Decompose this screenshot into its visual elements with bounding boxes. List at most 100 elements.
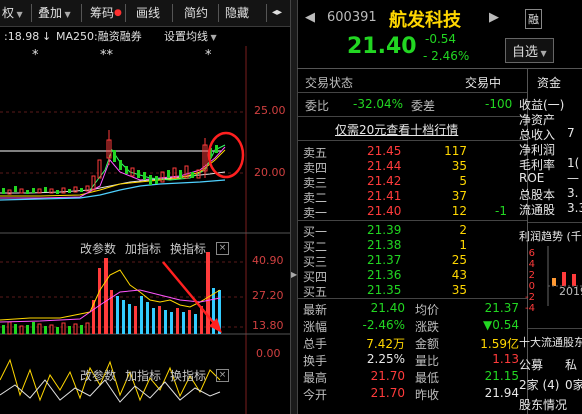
- trend-axis-label: 4: [528, 259, 535, 270]
- bid-volume: 25: [451, 253, 467, 267]
- level10-quote-link[interactable]: 仅需20元查看十档行情: [335, 121, 458, 138]
- switch-indicator-button[interactable]: 换指标: [170, 240, 206, 257]
- holders-col-private: 私: [565, 358, 578, 372]
- trend-axis-label: 6: [528, 248, 535, 259]
- quote-label: 涨跌: [415, 320, 440, 334]
- fund-tab[interactable]: 资金: [537, 74, 561, 91]
- trend-year: 2019: [559, 285, 582, 298]
- profit-trend-title: 利润趋势 (千: [519, 230, 582, 243]
- quote-value: 21.70: [370, 369, 405, 383]
- quote-value: 1.13: [492, 352, 519, 366]
- fund-row-label: 流通股: [519, 203, 556, 217]
- bid-price: 21.39: [367, 223, 402, 237]
- quote-label: 今开: [303, 388, 328, 402]
- quote-label: 均价: [415, 303, 440, 317]
- order-book-bid-row[interactable]: 买五 21.35 35: [297, 283, 527, 299]
- ask-price: 21.40: [367, 204, 402, 218]
- fund-row-value: —: [567, 171, 579, 185]
- holders-info: 股东情况: [519, 398, 568, 412]
- ask-volume: 35: [451, 159, 467, 173]
- bid-price: 21.38: [367, 238, 402, 252]
- order-book-ask-row[interactable]: 卖一 21.40 12 -1: [297, 204, 527, 220]
- indicator-axis-label: 27.20: [252, 289, 284, 302]
- bid-price: 21.35: [367, 283, 402, 297]
- order-book-bid-row[interactable]: 买三 21.37 25: [297, 253, 527, 269]
- quote-label: 量比: [415, 354, 440, 368]
- ask-price: 21.42: [367, 174, 402, 188]
- bid-price: 21.37: [367, 253, 402, 267]
- ask-price: 21.44: [367, 159, 402, 173]
- ask-price: 21.45: [367, 144, 402, 158]
- change-param-button[interactable]: 改参数: [80, 240, 116, 257]
- bid-volume: 43: [451, 268, 467, 282]
- weicha-value: -100: [485, 97, 513, 111]
- margin-trading-badge: 融: [525, 9, 542, 29]
- fund-row-value: 3.: [567, 186, 579, 200]
- order-book-ask-row[interactable]: 卖四 21.44 35: [297, 159, 527, 175]
- current-price: 21.40: [347, 34, 417, 59]
- top10-holders-title: 十大流通股东: [519, 336, 582, 349]
- stock-name: 航发科技: [389, 10, 461, 31]
- indicator-axis-label: 40.90: [252, 254, 284, 267]
- switch-indicator-button[interactable]: 换指标: [170, 367, 206, 384]
- order-book-bid-row[interactable]: 买四 21.36 43: [297, 268, 527, 284]
- quote-label: 金额: [415, 337, 440, 351]
- ask-volume: 117: [444, 144, 467, 158]
- quote-label: 总手: [303, 337, 328, 351]
- ask-volume: 5: [459, 174, 467, 188]
- ask-volume: 12: [451, 204, 467, 218]
- order-book-ask-row[interactable]: 卖二 21.41 37: [297, 189, 527, 205]
- bid-volume: 1: [459, 238, 467, 252]
- quote-panel: ◀ 600391 航发科技 ▶ 融 21.40 -0.54 - 2.46% 自选…: [297, 0, 582, 414]
- ask-price: 21.41: [367, 189, 402, 203]
- fund-row-value: 7: [567, 126, 575, 140]
- quote-value: 21.40: [370, 301, 405, 315]
- trade-status-value: 交易中: [465, 76, 502, 90]
- order-book-ask-row[interactable]: 卖五 21.45 117: [297, 144, 527, 160]
- quote-label: 最高: [303, 371, 328, 385]
- close-icon[interactable]: ×: [216, 242, 229, 255]
- bid-volume: 2: [459, 223, 467, 237]
- holders-col-fund: 公募: [519, 358, 544, 372]
- quote-value: 1.59亿: [480, 337, 519, 351]
- quote-value: ▼0.54: [483, 318, 519, 332]
- next-stock-icon[interactable]: ▶: [489, 10, 499, 25]
- add-indicator-button[interactable]: 加指标: [125, 240, 161, 257]
- quote-value: 21.94: [484, 386, 519, 400]
- trend-axis-label: -4: [525, 303, 535, 314]
- holders-val-fund: 2家 (4): [519, 378, 560, 392]
- fund-row-value: 3.3: [567, 201, 582, 215]
- trend-axis-label: 0: [528, 281, 535, 292]
- quote-value: 2.25%: [366, 352, 405, 366]
- change-param-button[interactable]: 改参数: [80, 367, 116, 384]
- close-icon[interactable]: ×: [216, 369, 229, 382]
- prev-stock-icon[interactable]: ◀: [305, 10, 315, 25]
- bid-price: 21.36: [367, 268, 402, 282]
- order-book-ask-row[interactable]: 卖三 21.42 5: [297, 174, 527, 190]
- holders-val-private: 0家: [565, 378, 582, 392]
- quote-value: 7.42万: [366, 337, 405, 351]
- fund-row-label: ROE: [519, 171, 545, 185]
- price-change-pct: - 2.46%: [423, 49, 470, 63]
- add-watchlist-button[interactable]: 自选 ▼: [505, 38, 554, 63]
- trend-axis-label: 2: [528, 270, 535, 281]
- quote-value: 21.37: [484, 301, 519, 315]
- fund-row-value: 1(: [567, 156, 580, 170]
- quote-label: 换手: [303, 354, 328, 368]
- ask-change: -1: [495, 204, 507, 218]
- order-book-bid-row[interactable]: 买一 21.39 2: [297, 223, 527, 239]
- quote-value: 21.15: [484, 369, 519, 383]
- quote-value: 21.70: [370, 386, 405, 400]
- weibi-value: -32.04%: [353, 97, 404, 111]
- add-indicator-button[interactable]: 加指标: [125, 367, 161, 384]
- quote-label: 昨收: [415, 388, 440, 402]
- quote-label: 最低: [415, 371, 440, 385]
- trade-status-label: 交易状态: [305, 76, 354, 90]
- kline-chart[interactable]: [0, 0, 290, 414]
- bid-volume: 35: [451, 283, 467, 297]
- add-watchlist-label: 自选: [512, 45, 539, 60]
- ask-volume: 37: [451, 189, 467, 203]
- order-book-bid-row[interactable]: 买二 21.38 1: [297, 238, 527, 254]
- weicha-label: 委差: [411, 99, 436, 113]
- indicator-axis-label: 0.00: [256, 347, 281, 360]
